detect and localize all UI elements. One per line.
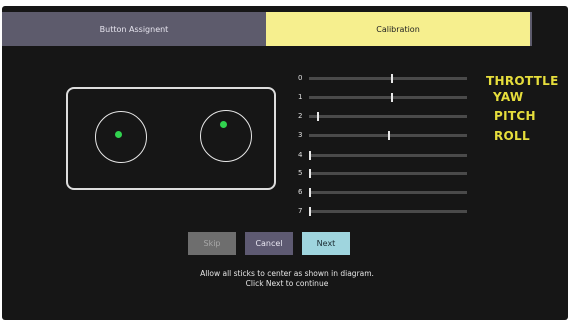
channel-position-marker (317, 112, 319, 121)
tab-button-assignment[interactable]: Button Assignent (2, 12, 266, 46)
channel-row: 4 (298, 150, 478, 162)
axis-label-throttle: THROTTLE (486, 74, 559, 88)
channel-row: 0 (298, 73, 478, 85)
channel-number: 0 (298, 74, 303, 82)
instructions-line-2: Click Next to continue (245, 279, 329, 288)
instructions-line-1: Allow all sticks to center as shown in d… (200, 269, 374, 278)
channel-track (309, 207, 467, 216)
channel-position-marker (309, 188, 311, 197)
channel-track (309, 169, 467, 178)
channel-number: 1 (298, 93, 303, 101)
channel-position-marker (309, 169, 311, 178)
channel-row: 6 (298, 187, 478, 199)
tab-calibration[interactable]: Calibration (266, 12, 530, 46)
channel-row: 1 (298, 92, 478, 104)
channel-number: 4 (298, 151, 303, 159)
channel-track (309, 93, 467, 102)
cancel-button[interactable]: Cancel (245, 232, 293, 255)
next-button[interactable]: Next (302, 232, 350, 255)
channel-position-marker (309, 207, 311, 216)
channel-number: 6 (298, 188, 303, 196)
stick-diagram (66, 87, 276, 190)
calibration-window: Button Assignent Calibration 0 1 2 3 4 5 6 7 TH… (2, 6, 568, 320)
channel-number: 7 (298, 207, 303, 215)
channel-track (309, 74, 467, 83)
channel-row: 7 (298, 206, 478, 218)
instructions-text: Allow all sticks to center as shown in d… (122, 269, 452, 289)
axis-label-pitch: PITCH (494, 109, 536, 123)
tab-bar-filler (530, 12, 532, 46)
skip-button[interactable]: Skip (188, 232, 236, 255)
tab-bar: Button Assignent Calibration (2, 12, 532, 46)
channel-position-marker (391, 93, 393, 102)
left-stick-circle (95, 111, 147, 163)
channel-row: 2 (298, 111, 478, 123)
channel-track (309, 188, 467, 197)
right-stick-circle (200, 110, 252, 162)
channel-bars: 0 1 2 3 4 5 6 7 (298, 71, 478, 221)
channel-row: 5 (298, 168, 478, 180)
channel-row: 3 (298, 130, 478, 142)
left-stick-position-dot (115, 131, 122, 138)
right-stick-position-dot (220, 121, 227, 128)
channel-track (309, 131, 467, 140)
channel-track (309, 112, 467, 121)
channel-track (309, 151, 467, 160)
channel-position-marker (388, 131, 390, 140)
channel-position-marker (391, 74, 393, 83)
axis-label-yaw: YAW (493, 90, 524, 104)
channel-number: 2 (298, 112, 303, 120)
channel-number: 3 (298, 131, 303, 139)
axis-label-roll: ROLL (494, 129, 530, 143)
channel-number: 5 (298, 169, 303, 177)
channel-position-marker (309, 151, 311, 160)
